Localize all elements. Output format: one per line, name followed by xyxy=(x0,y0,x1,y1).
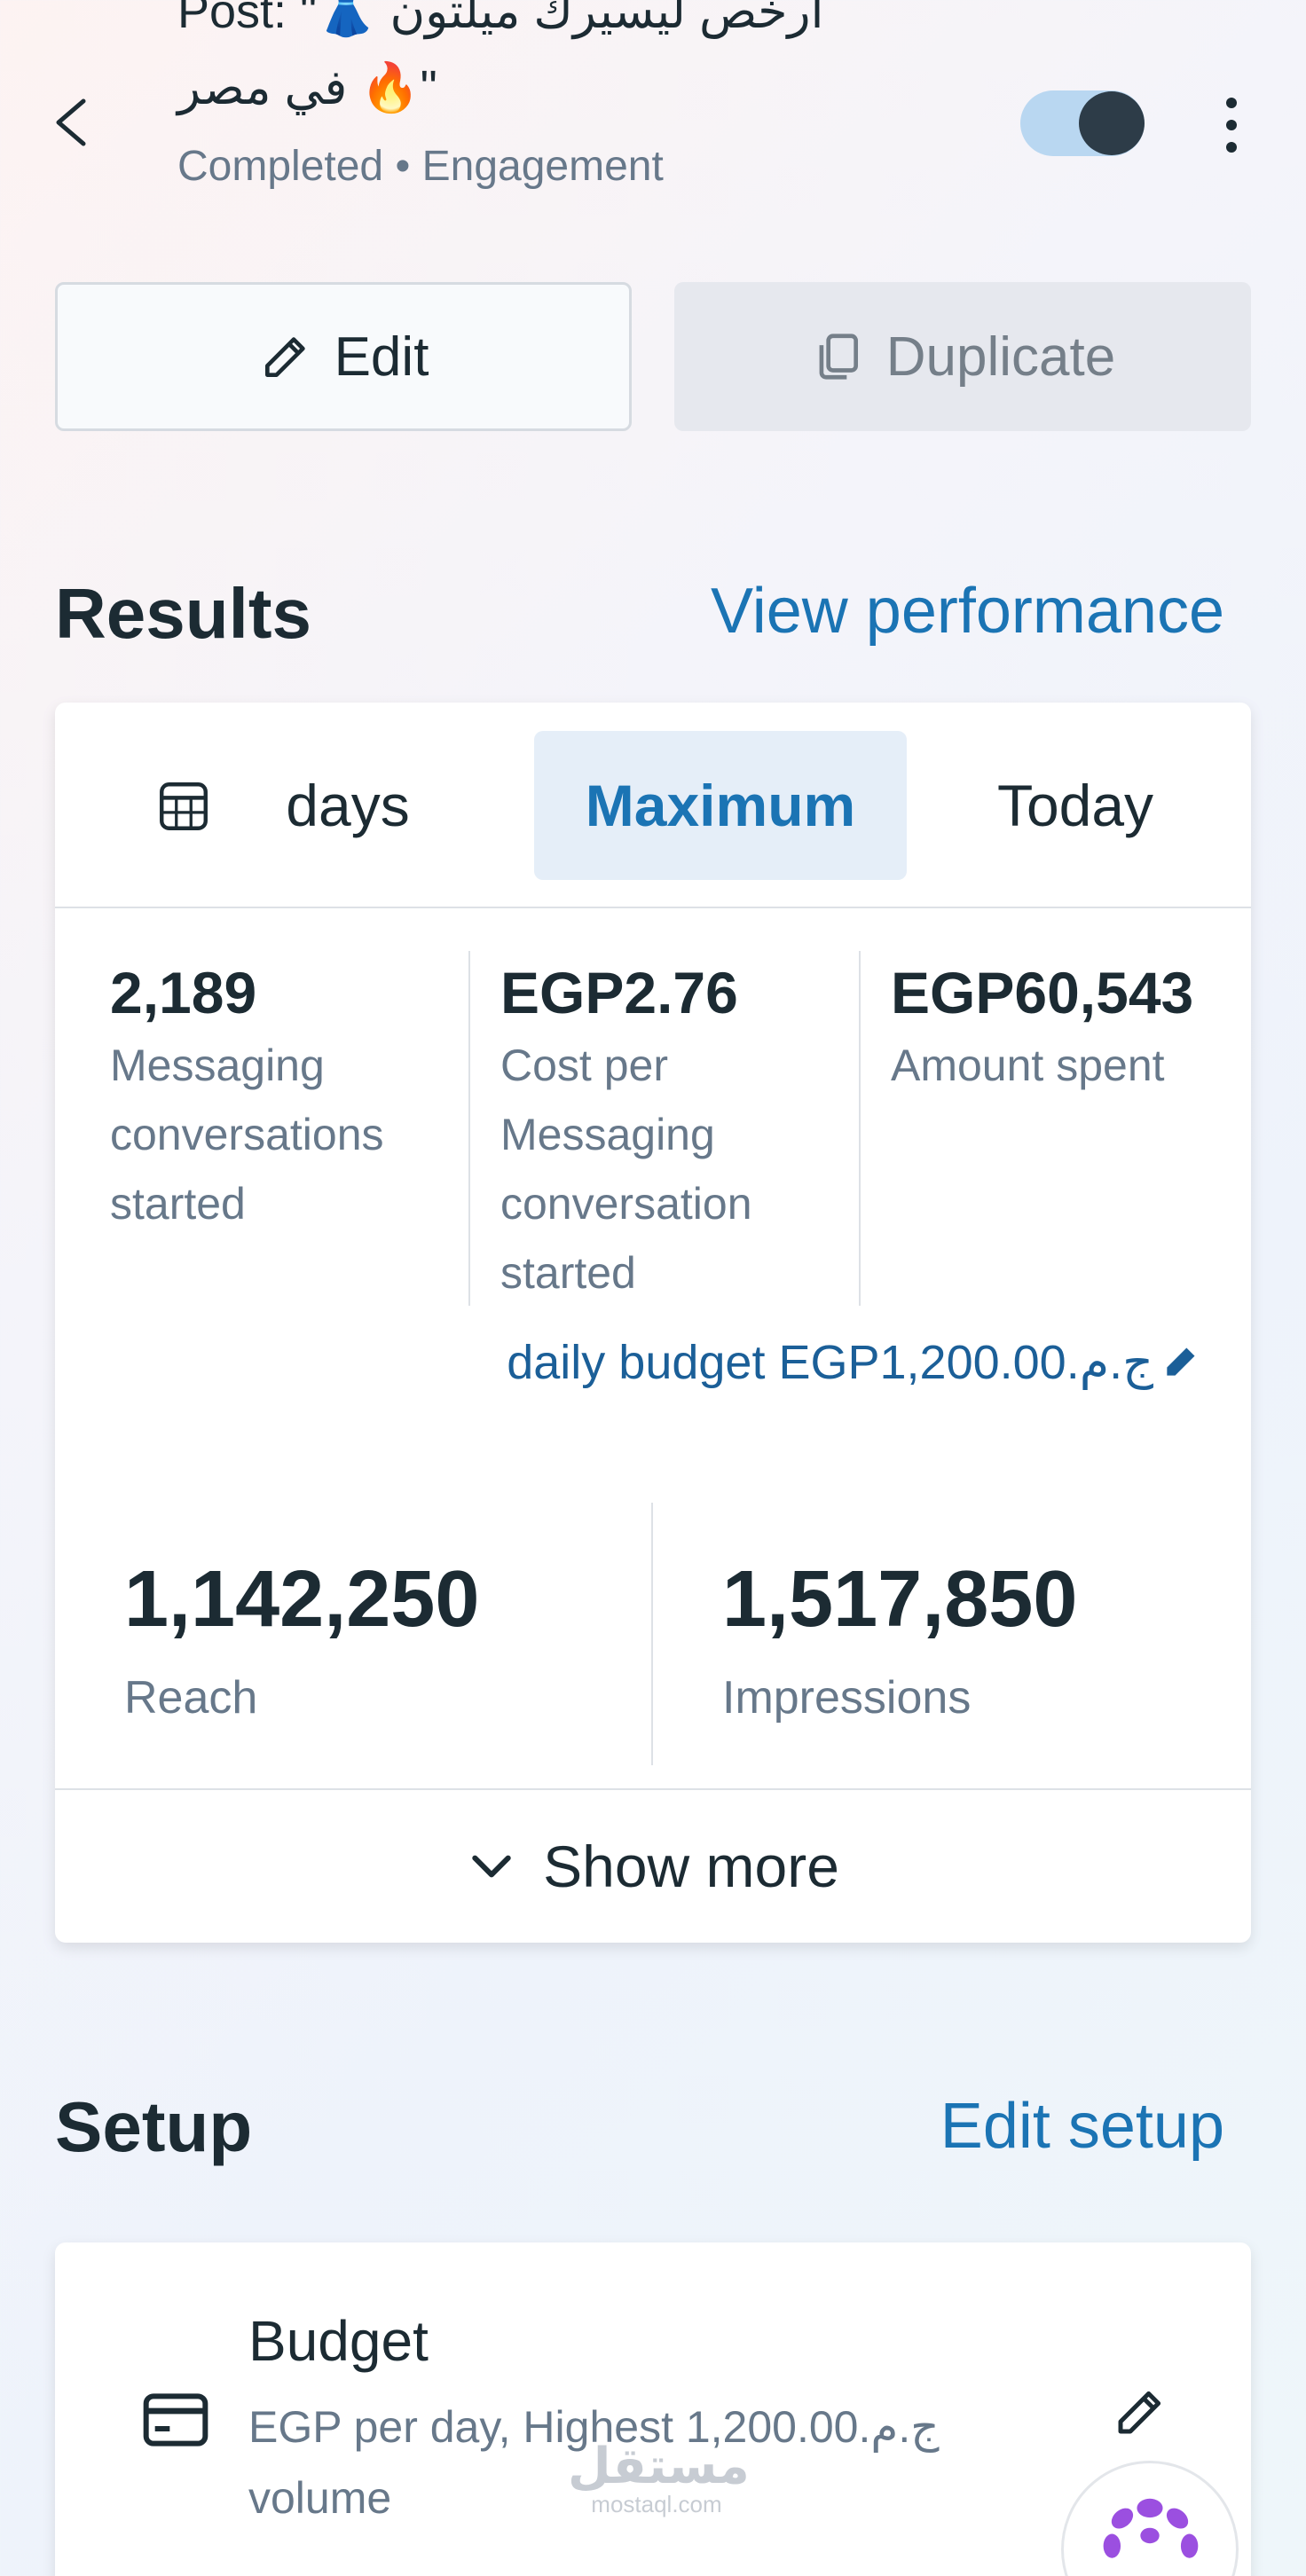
metric-value: EGP2.76 xyxy=(500,960,738,1025)
metric-divider xyxy=(468,951,470,1306)
campaign-subtitle: Completed • Engagement xyxy=(177,142,664,191)
mostaql-watermark-logo: مستقل mostaql.com xyxy=(568,2438,750,2518)
subtitle-separator: • xyxy=(395,143,411,190)
metric-label: Messaging conversations started xyxy=(110,1041,384,1229)
impressions-label: Impressions xyxy=(722,1672,972,1724)
results-card: days Maximum Today 2,189 Messaging conve… xyxy=(55,703,1251,1943)
back-arrow-icon[interactable] xyxy=(51,96,90,149)
tab-maximum[interactable]: Maximum xyxy=(534,731,907,880)
edit-button-label: Edit xyxy=(334,326,429,388)
metric-value: 2,189 xyxy=(110,960,257,1025)
metric-label: Cost per Messaging conversation started xyxy=(500,1041,752,1298)
pencil-icon xyxy=(1167,1347,1195,1376)
status-text: Completed xyxy=(177,143,384,190)
impressions-value: 1,517,850 xyxy=(722,1555,1078,1644)
calendar-icon[interactable] xyxy=(154,777,213,836)
duplicate-icon xyxy=(819,334,858,380)
tab-today[interactable]: Today xyxy=(942,731,1208,880)
reach-label: Reach xyxy=(124,1672,258,1724)
watermark-arabic: مستقل xyxy=(568,2438,750,2494)
assistant-floating-button[interactable] xyxy=(1061,2461,1239,2576)
tab-days[interactable]: days xyxy=(241,731,454,880)
objective-text: Engagement xyxy=(421,143,664,190)
metric-amount-spent: EGP60,543 Amount spent xyxy=(891,960,1246,1100)
daily-budget-text: daily budget EGP1,200.00.ج.م xyxy=(507,1336,1153,1389)
metric-divider xyxy=(651,1503,653,1765)
view-performance-link[interactable]: View performance xyxy=(621,575,1224,648)
daily-budget-link[interactable]: daily budget EGP1,200.00.ج.م xyxy=(463,1334,1253,1390)
duplicate-button-label: Duplicate xyxy=(885,326,1116,388)
edit-setup-link[interactable]: Edit setup xyxy=(710,2090,1224,2163)
setup-heading: Setup xyxy=(55,2087,253,2166)
results-heading: Results xyxy=(55,574,311,653)
metric-value: EGP60,543 xyxy=(891,960,1194,1025)
duplicate-button[interactable]: Duplicate xyxy=(674,282,1251,431)
metric-cost-per-conversation: EGP2.76 Cost per Messaging conversation … xyxy=(500,960,873,1308)
toggle-knob xyxy=(1079,91,1145,155)
edit-budget-pencil-icon[interactable] xyxy=(1111,2383,1169,2441)
edit-button[interactable]: Edit xyxy=(55,282,632,431)
campaign-title-line-1: Post: "👗 ارخص ليسيرك ميلتون xyxy=(177,0,824,38)
show-more-label: Show more xyxy=(543,1834,839,1899)
chevron-down-icon xyxy=(472,1855,511,1878)
campaign-title-line-2: في مصر 🔥" xyxy=(177,61,437,114)
date-range-tabs: days Maximum Today xyxy=(55,703,1251,908)
pencil-icon xyxy=(264,337,305,377)
watermark-latin: mostaql.com xyxy=(591,2491,722,2517)
show-more-button[interactable]: Show more xyxy=(55,1788,1251,1943)
campaign-title: Post: "👗 ارخص ليسيرك ميلتون في مصر 🔥" xyxy=(177,0,1029,126)
metric-conversations: 2,189 Messaging conversations started xyxy=(110,960,465,1238)
budget-title: Budget xyxy=(248,2309,429,2373)
metric-label: Amount spent xyxy=(891,1041,1165,1090)
assistant-dots-icon xyxy=(1103,2498,1199,2558)
campaign-toggle[interactable] xyxy=(1020,90,1145,156)
reach-value: 1,142,250 xyxy=(124,1555,480,1644)
metric-divider xyxy=(859,951,861,1306)
credit-card-icon xyxy=(143,2393,208,2446)
more-options-icon[interactable] xyxy=(1214,96,1249,154)
